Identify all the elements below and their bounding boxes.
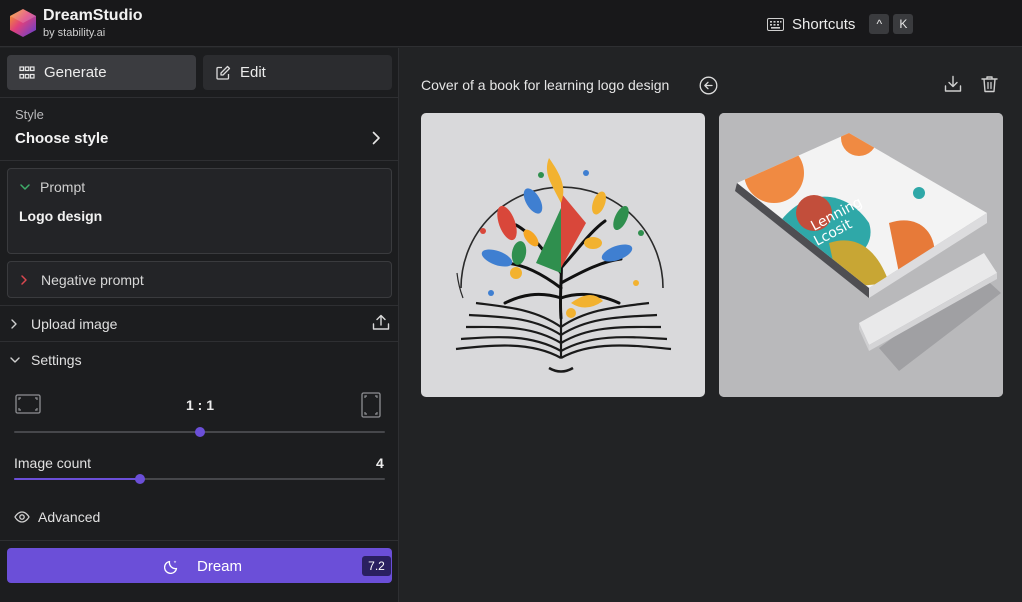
style-value: Choose style: [15, 130, 109, 147]
back-arrow-circle-icon[interactable]: [699, 76, 718, 95]
advanced-toggle[interactable]: Advanced: [0, 502, 399, 532]
style-selector[interactable]: [0, 98, 399, 160]
book-mockup-illustration: Lenning Lcosit: [719, 113, 1003, 397]
grid-icon: [19, 65, 35, 79]
keyboard-icon: [767, 17, 784, 31]
chevron-right-icon: [372, 131, 380, 145]
negative-prompt-label: Negative prompt: [41, 272, 144, 288]
keycap-ctrl: ^: [869, 14, 890, 34]
aspect-ratio-slider-thumb[interactable]: [194, 427, 205, 437]
chevron-right-icon: [11, 319, 17, 329]
upload-image-row[interactable]: Upload image: [0, 306, 399, 341]
generation-sidebar: Generate Edit Style Choose style Prompt …: [0, 48, 399, 602]
settings-label: Settings: [31, 352, 82, 368]
generation-title: Cover of a book for learning logo design: [421, 77, 670, 93]
keycap-k: K: [893, 14, 914, 34]
prompt-panel[interactable]: Prompt Logo design: [7, 168, 392, 254]
tab-edit-label: Edit: [240, 64, 266, 81]
tab-generate[interactable]: Generate: [7, 55, 196, 90]
prompt-label: Prompt: [40, 179, 86, 195]
trash-icon[interactable]: [981, 75, 998, 93]
brand-subtitle: by stability.ai: [43, 27, 106, 39]
dream-label: Dream: [197, 558, 243, 575]
credit-cost-badge: 7.2: [362, 556, 391, 576]
prompt-input[interactable]: Logo design: [19, 208, 102, 224]
moon-stars-icon: [164, 560, 178, 574]
dream-button[interactable]: Dream 7.2: [7, 548, 392, 583]
advanced-label: Advanced: [38, 509, 101, 525]
tree-book-illustration: [455, 158, 672, 373]
dreamstudio-logo-icon: [10, 9, 36, 37]
generated-image-2[interactable]: Lenning Lcosit: [719, 113, 1003, 397]
image-count-slider-thumb[interactable]: [135, 474, 146, 484]
upload-icon[interactable]: [372, 314, 390, 331]
image-count-slider-fill: [14, 478, 141, 480]
chevron-down-icon: [10, 357, 20, 363]
chevron-right-icon: [21, 275, 27, 285]
divider: [0, 160, 399, 161]
image-count-label: Image count: [14, 455, 92, 471]
image-count-value: 4: [376, 455, 384, 471]
aspect-ratio-value: 1 : 1: [186, 397, 215, 413]
top-bar: DreamStudio by stability.ai Shortcuts ^ …: [0, 0, 1022, 47]
tab-generate-label: Generate: [44, 64, 107, 81]
negative-prompt-panel[interactable]: Negative prompt: [7, 261, 392, 298]
edit-icon: [216, 65, 231, 80]
divider: [0, 540, 399, 541]
eye-icon: [14, 511, 30, 523]
upload-image-label: Upload image: [31, 316, 118, 332]
tab-edit[interactable]: Edit: [203, 55, 392, 90]
shortcuts-label: Shortcuts: [792, 15, 856, 33]
landscape-aspect-icon[interactable]: [15, 394, 41, 414]
brand-name: DreamStudio: [43, 7, 143, 24]
portrait-aspect-icon[interactable]: [361, 392, 381, 418]
chevron-down-icon: [20, 184, 30, 190]
generated-image-1[interactable]: [421, 113, 705, 397]
style-label: Style: [15, 107, 44, 122]
shortcuts-button[interactable]: Shortcuts ^ K: [767, 14, 914, 34]
settings-row[interactable]: Settings: [0, 342, 399, 377]
download-icon[interactable]: [944, 75, 962, 93]
